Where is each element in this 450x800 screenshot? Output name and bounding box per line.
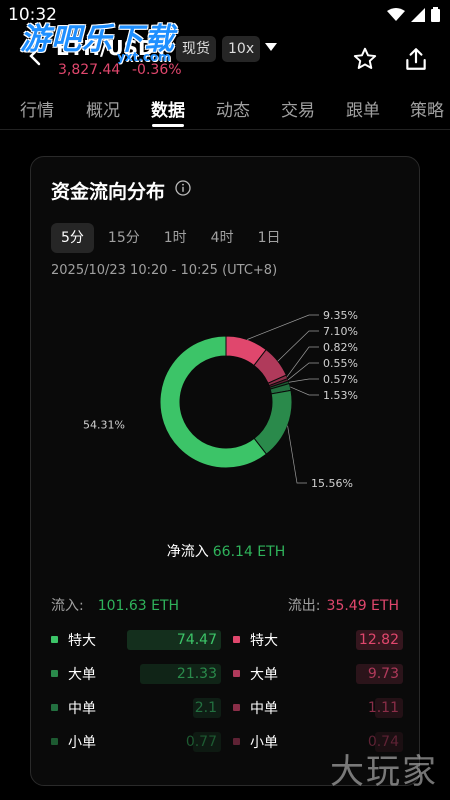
spot-tag[interactable]: 现货 — [176, 36, 216, 62]
net-inflow-value: 66.14 ETH — [212, 544, 286, 560]
inflow-row-medium: 中单 2.1 — [51, 697, 221, 719]
timeframe-4h[interactable]: 4时 — [201, 223, 244, 253]
size-value: 12.82 — [358, 632, 399, 648]
size-label: 小单 — [250, 735, 278, 751]
legend-dot — [233, 670, 240, 677]
size-label: 小单 — [68, 735, 96, 751]
tab-feed[interactable]: 动态 — [216, 96, 250, 121]
size-value: 74.47 — [176, 632, 217, 648]
size-value: 21.33 — [176, 666, 217, 682]
outflow-label: 流出: — [287, 598, 321, 614]
donut-slice — [253, 389, 293, 455]
slice-label: 15.56% — [311, 477, 353, 490]
outflow-row-xl: 特大 12.82 — [233, 629, 403, 651]
tab-trade[interactable]: 交易 — [281, 96, 315, 121]
section-tabs: 行情 概况 数据 动态 交易 跟单 策略 — [0, 86, 450, 130]
size-bar: 9.73 — [356, 664, 403, 684]
timeframe-selector: 5分 15分 1时 4时 1日 — [51, 223, 295, 253]
net-inflow: 净流入 66.14 ETH — [31, 541, 421, 561]
wifi-icon — [387, 7, 405, 21]
tab-copy-trade[interactable]: 跟单 — [346, 96, 380, 121]
timeframe-15m[interactable]: 15分 — [98, 223, 150, 253]
legend-dot — [233, 704, 240, 711]
pair-change: -0.36% — [132, 62, 182, 78]
legend-dot — [51, 738, 58, 745]
size-value: 2.1 — [194, 700, 217, 716]
active-tab-indicator — [152, 124, 184, 127]
size-label: 中单 — [68, 701, 96, 717]
slice-label: 0.55% — [323, 357, 358, 370]
legend-dot — [233, 738, 240, 745]
slice-label: 0.57% — [323, 373, 358, 386]
watermark-brand: 大玩家 — [330, 752, 438, 792]
tab-data[interactable]: 数据 — [151, 96, 185, 121]
slice-label: 7.10% — [323, 325, 358, 338]
leverage-tag[interactable]: 10x — [222, 36, 261, 62]
legend-dot — [51, 704, 58, 711]
fund-flow-donut-chart: 54.31% 9.35% 7.10% 0.82% 0.55% 0.57% 1.53% 15.5… — [83, 309, 358, 490]
inflow-total: 流入: 101.63 ETH — [51, 595, 179, 615]
outflow-total: 流出: 35.49 ETH — [288, 595, 399, 615]
slice-label: 1.53% — [323, 389, 358, 402]
info-icon[interactable] — [175, 180, 191, 196]
size-bar: 12.82 — [356, 630, 403, 650]
leader-line — [288, 378, 319, 383]
size-label: 大单 — [68, 667, 96, 683]
leader-line — [287, 425, 307, 484]
status-icons — [387, 7, 440, 22]
watermark-logo-sub: yxt.com — [117, 50, 171, 64]
size-bar: 74.47 — [127, 630, 221, 650]
size-value: 1.11 — [367, 700, 399, 716]
timeframe-1h[interactable]: 1时 — [154, 223, 197, 253]
slice-label: 0.82% — [323, 341, 358, 354]
size-label: 特大 — [68, 633, 96, 649]
time-range: 2025/10/23 10:20 - 10:25 (UTC+8) — [51, 263, 278, 278]
slice-label: 9.35% — [323, 309, 358, 322]
size-bar: 1.11 — [368, 698, 403, 718]
inflow-label: 流入: — [51, 598, 84, 614]
leader-line — [277, 330, 319, 362]
leader-line — [290, 386, 319, 396]
star-icon[interactable] — [352, 46, 378, 72]
size-bar: 21.33 — [140, 664, 221, 684]
tab-market[interactable]: 行情 — [20, 96, 54, 121]
timeframe-1d[interactable]: 1日 — [248, 223, 291, 253]
legend-dot — [233, 636, 240, 643]
size-value: 9.73 — [367, 666, 399, 682]
card-title: 资金流向分布 — [51, 181, 166, 203]
size-value: 0.77 — [185, 734, 217, 750]
slice-label: 54.31% — [83, 419, 125, 432]
net-inflow-label: 净流入 — [166, 544, 209, 560]
size-label: 中单 — [250, 701, 278, 717]
inflow-value: 101.63 ETH — [97, 598, 180, 614]
size-label: 大单 — [250, 667, 278, 683]
outflow-value: 35.49 ETH — [326, 598, 399, 614]
fund-flow-card: 资金流向分布 5分 15分 1时 4时 1日 2025/10/23 10:20 … — [30, 156, 420, 786]
leader-line — [247, 314, 319, 340]
outflow-row-medium: 中单 1.11 — [233, 697, 403, 719]
caret-down-icon[interactable] — [264, 42, 278, 52]
pair-price: 3,827.44 — [58, 62, 121, 78]
signal-icon — [411, 7, 425, 22]
battery-icon — [431, 7, 440, 22]
legend-dot — [51, 636, 58, 643]
tab-overview[interactable]: 概况 — [86, 96, 120, 121]
outflow-row-large: 大单 9.73 — [233, 663, 403, 685]
leader-line — [286, 346, 319, 378]
legend-dot — [51, 670, 58, 677]
inflow-row-small: 小单 0.77 — [51, 731, 221, 753]
share-icon[interactable] — [403, 46, 429, 72]
leader-line — [287, 362, 319, 381]
timeframe-5m[interactable]: 5分 — [51, 223, 94, 253]
size-bar: 2.1 — [193, 698, 221, 718]
size-label: 特大 — [250, 633, 278, 649]
inflow-row-large: 大单 21.33 — [51, 663, 221, 685]
tab-strategy[interactable]: 策略 — [410, 96, 444, 121]
inflow-row-xl: 特大 74.47 — [51, 629, 221, 651]
size-bar: 0.77 — [186, 732, 221, 752]
